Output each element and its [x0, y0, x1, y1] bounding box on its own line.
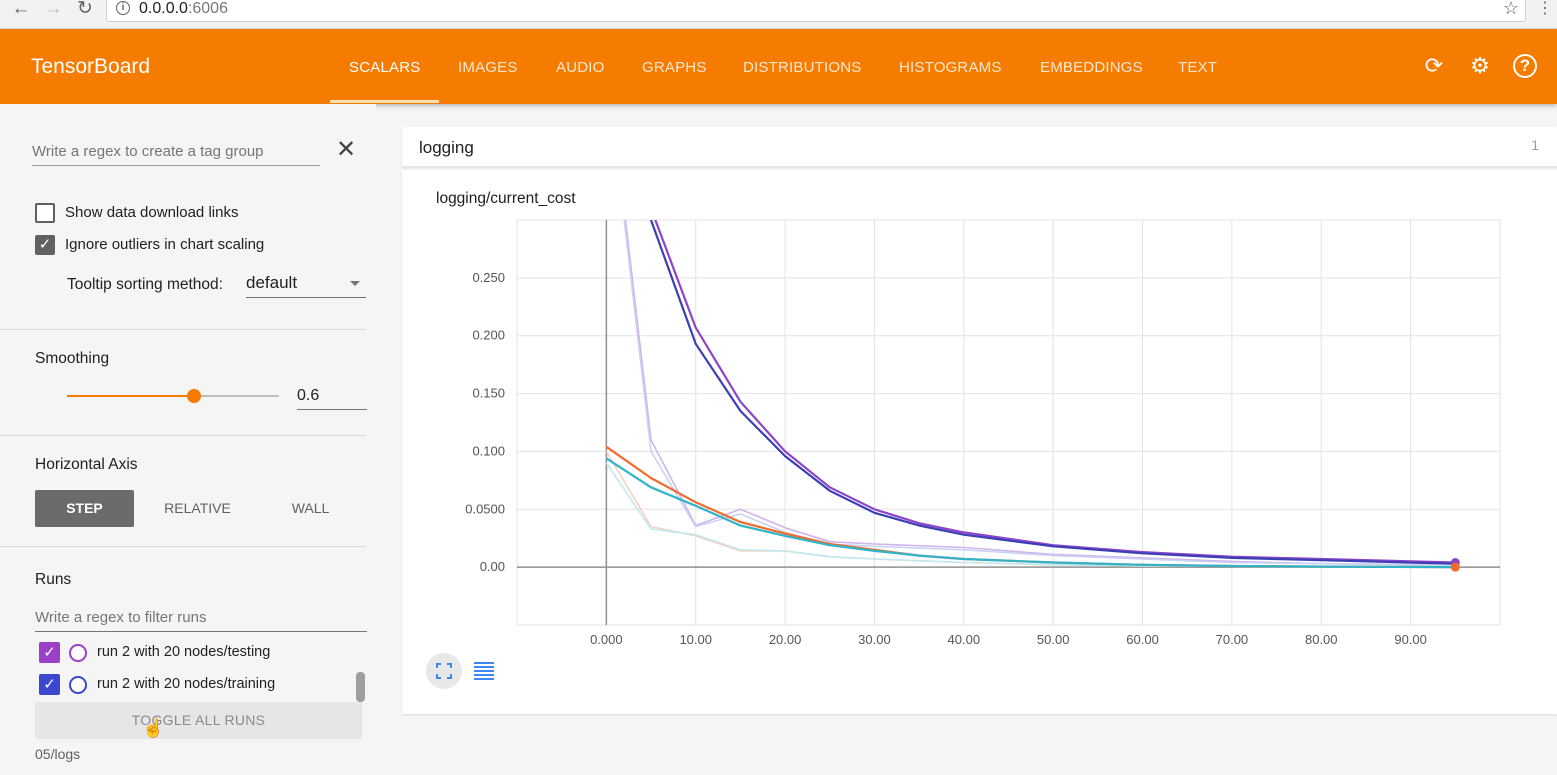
y-tick-label: 0.250 [472, 270, 505, 285]
axis-wall-button[interactable]: WALL [261, 490, 360, 527]
tooltip-sorting-label: Tooltip sorting method: [67, 276, 223, 293]
list-icon [474, 662, 494, 680]
browser-toolbar: ← → ↻ i 0.0.0.0:6006 ☆ ⋮ [0, 0, 1557, 29]
run-label: run 2 with 20 nodes/training [97, 676, 276, 692]
show-download-links-checkbox[interactable] [35, 203, 55, 223]
x-tick-label: 50.00 [1037, 632, 1070, 647]
smoothing-slider[interactable] [67, 389, 279, 403]
run-item[interactable]: ✓ run 2 with 20 nodes/training [39, 674, 359, 696]
tag-group-header[interactable]: logging 1 [402, 127, 1557, 167]
expand-chart-button[interactable] [426, 653, 462, 689]
y-tick-label: 0.00 [480, 559, 505, 574]
tab-text[interactable]: TEXT [1178, 59, 1217, 76]
series-end-marker [1450, 562, 1460, 572]
app-title: TensorBoard [31, 55, 151, 78]
url-text: 0.0.0.0:6006 [139, 0, 228, 18]
tag-group-count: 1 [1531, 137, 1539, 153]
tab-images[interactable]: IMAGES [458, 59, 518, 76]
x-tick-label: 90.00 [1394, 632, 1427, 647]
x-tick-label: 30.00 [858, 632, 891, 647]
tab-scalars[interactable]: SCALARS [349, 59, 420, 76]
back-icon[interactable]: ← [10, 0, 32, 20]
axis-step-button[interactable]: STEP [35, 490, 134, 527]
tooltip-sorting-select[interactable]: default [246, 270, 366, 298]
chart-card: logging/current_cost 0.000 10.00 20.00 30.0… [402, 170, 1557, 714]
horizontal-axis-title: Horizontal Axis [35, 456, 138, 473]
tag-group-title: logging [419, 138, 474, 157]
url-host: 0.0.0.0 [139, 0, 188, 17]
address-bar[interactable]: i 0.0.0.0:6006 ☆ [106, 0, 1526, 22]
series-line-smoothed [605, 457, 1456, 569]
chevron-down-icon [350, 281, 360, 286]
forward-icon[interactable]: → [42, 0, 64, 20]
runs-title: Runs [35, 571, 72, 588]
run-label: run 2 with 20 nodes/testing [97, 644, 271, 660]
ignore-outliers-checkbox[interactable]: ✓ [35, 235, 55, 255]
tab-histograms[interactable]: HISTOGRAMS [899, 59, 1002, 76]
section-divider [0, 329, 366, 330]
run-item[interactable]: ✓ run 2 with 20 nodes/testing [39, 642, 359, 664]
y-tick-label: 0.200 [472, 328, 505, 343]
tag-group-input[interactable] [32, 138, 320, 166]
run-color-swatch[interactable] [69, 676, 87, 694]
y-tick-label: 0.100 [472, 443, 505, 458]
x-tick-label: 40.00 [948, 632, 981, 647]
runs-filter-input[interactable] [35, 604, 367, 632]
x-tick-label: 60.00 [1126, 632, 1159, 647]
tooltip-sorting-value: default [246, 273, 298, 292]
smoothing-slider-fill [67, 395, 195, 397]
sidebar: ✕ Show data download links ✓ Ignore outl… [0, 104, 376, 775]
browser-menu-icon[interactable]: ⋮ [1537, 0, 1553, 18]
logdir-label: 05/logs [35, 746, 81, 762]
data-table-button[interactable] [466, 653, 502, 689]
x-tick-label: 0.000 [590, 632, 623, 647]
x-tick-label: 20.00 [769, 632, 802, 647]
refresh-icon[interactable]: ⟳ [1421, 53, 1447, 79]
cursor-hand-icon: ☝ [142, 718, 165, 738]
smoothing-value-input[interactable]: 0.6 [297, 384, 367, 410]
info-icon[interactable]: i [116, 1, 130, 15]
smoothing-title: Smoothing [35, 350, 110, 367]
run-checkbox[interactable]: ✓ [39, 674, 60, 695]
bookmark-star-icon[interactable]: ☆ [1503, 0, 1519, 19]
smoothing-slider-handle[interactable] [187, 389, 202, 403]
close-icon[interactable]: ✕ [336, 138, 356, 162]
tab-graphs[interactable]: GRAPHS [642, 59, 707, 76]
y-tick-label: 0.150 [472, 386, 505, 401]
gear-icon[interactable]: ⚙ [1467, 53, 1493, 79]
x-tick-label: 80.00 [1305, 632, 1338, 647]
help-icon[interactable]: ? [1513, 54, 1537, 78]
app-header: TensorBoard SCALARS IMAGES AUDIO GRAPHS … [0, 29, 1557, 104]
y-tick-label: 0.0500 [465, 501, 505, 516]
tab-audio[interactable]: AUDIO [556, 59, 605, 76]
run-checkbox[interactable]: ✓ [39, 642, 60, 663]
runs-scrollbar[interactable] [356, 672, 365, 702]
fullscreen-icon [436, 663, 452, 679]
show-download-links-label: Show data download links [65, 204, 239, 221]
ignore-outliers-label: Ignore outliers in chart scaling [65, 236, 265, 253]
scalar-chart[interactable]: 0.000 10.00 20.00 30.00 40.00 50.00 60.00 70.00… [402, 170, 1557, 714]
section-divider [0, 546, 366, 547]
tab-embeddings[interactable]: EMBEDDINGS [1040, 59, 1143, 76]
active-tab-indicator [330, 100, 439, 103]
run-color-swatch[interactable] [69, 644, 87, 662]
x-tick-label: 10.00 [679, 632, 712, 647]
toggle-all-runs-button[interactable]: TOGGLE ALL RUNS [35, 702, 362, 739]
axis-relative-button[interactable]: RELATIVE [148, 490, 247, 527]
series-line-raw [624, 220, 1456, 566]
url-port: :6006 [187, 0, 228, 17]
reload-icon[interactable]: ↻ [74, 0, 96, 20]
tab-distributions[interactable]: DISTRIBUTIONS [743, 59, 861, 76]
x-tick-label: 70.00 [1216, 632, 1249, 647]
section-divider [0, 435, 366, 436]
